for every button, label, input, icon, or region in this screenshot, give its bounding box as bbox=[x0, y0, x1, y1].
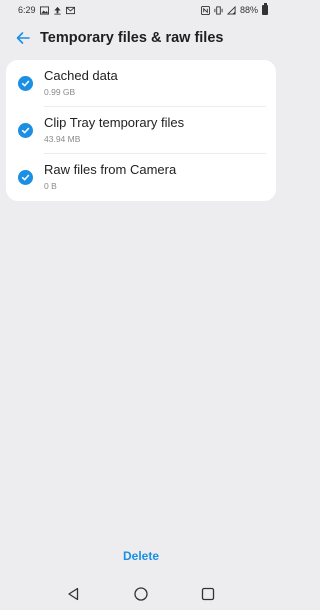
signal-icon bbox=[226, 5, 236, 15]
nfc-icon bbox=[200, 5, 210, 15]
checkmark-icon bbox=[21, 174, 30, 181]
checkbox-cached-data[interactable] bbox=[18, 76, 33, 91]
battery-icon bbox=[262, 3, 268, 15]
upload-icon bbox=[53, 6, 61, 15]
list-item-text: Raw files from Camera 0 B bbox=[44, 162, 176, 193]
app-bar: Temporary files & raw files bbox=[0, 22, 282, 54]
status-time: 6:29 bbox=[18, 5, 36, 15]
arrow-left-icon bbox=[16, 32, 30, 44]
list-item-text: Cached data 0.99 GB bbox=[44, 68, 118, 99]
nav-back-button[interactable] bbox=[62, 582, 86, 606]
mail-icon bbox=[65, 6, 75, 14]
list-item-raw-files[interactable]: Raw files from Camera 0 B bbox=[6, 154, 276, 201]
navigation-bar bbox=[0, 580, 282, 608]
home-circle-icon bbox=[134, 587, 148, 601]
item-title: Cached data bbox=[44, 68, 118, 83]
battery-percent: 88% bbox=[239, 5, 258, 15]
status-bar: 6:29 88% bbox=[0, 0, 282, 20]
page-title: Temporary files & raw files bbox=[40, 30, 224, 46]
file-list-card: Cached data 0.99 GB Clip Tray temporary … bbox=[6, 60, 276, 201]
item-size: 43.94 MB bbox=[44, 134, 81, 144]
vibrate-icon bbox=[214, 5, 223, 15]
back-button[interactable] bbox=[12, 27, 34, 49]
nav-recents-button[interactable] bbox=[196, 582, 220, 606]
checkbox-clip-tray[interactable] bbox=[18, 123, 33, 138]
list-item-text: Clip Tray temporary files 43.94 MB bbox=[44, 115, 184, 146]
nav-home-button[interactable] bbox=[129, 582, 153, 606]
item-title: Raw files from Camera bbox=[44, 162, 177, 177]
checkmark-icon bbox=[21, 80, 30, 87]
checkmark-icon bbox=[21, 127, 30, 134]
status-right: 88% bbox=[200, 3, 268, 15]
image-icon bbox=[39, 5, 49, 15]
status-left: 6:29 bbox=[18, 5, 75, 15]
checkbox-raw-files[interactable] bbox=[18, 170, 33, 185]
item-size: 0.99 GB bbox=[44, 87, 76, 97]
list-item-clip-tray[interactable]: Clip Tray temporary files 43.94 MB bbox=[6, 107, 276, 154]
item-title: Clip Tray temporary files bbox=[44, 115, 185, 130]
recents-square-icon bbox=[202, 587, 215, 601]
back-triangle-icon bbox=[68, 587, 78, 601]
list-item-cached-data[interactable]: Cached data 0.99 GB bbox=[6, 60, 276, 107]
item-size: 0 B bbox=[44, 181, 57, 191]
delete-button[interactable]: Delete bbox=[0, 549, 282, 563]
